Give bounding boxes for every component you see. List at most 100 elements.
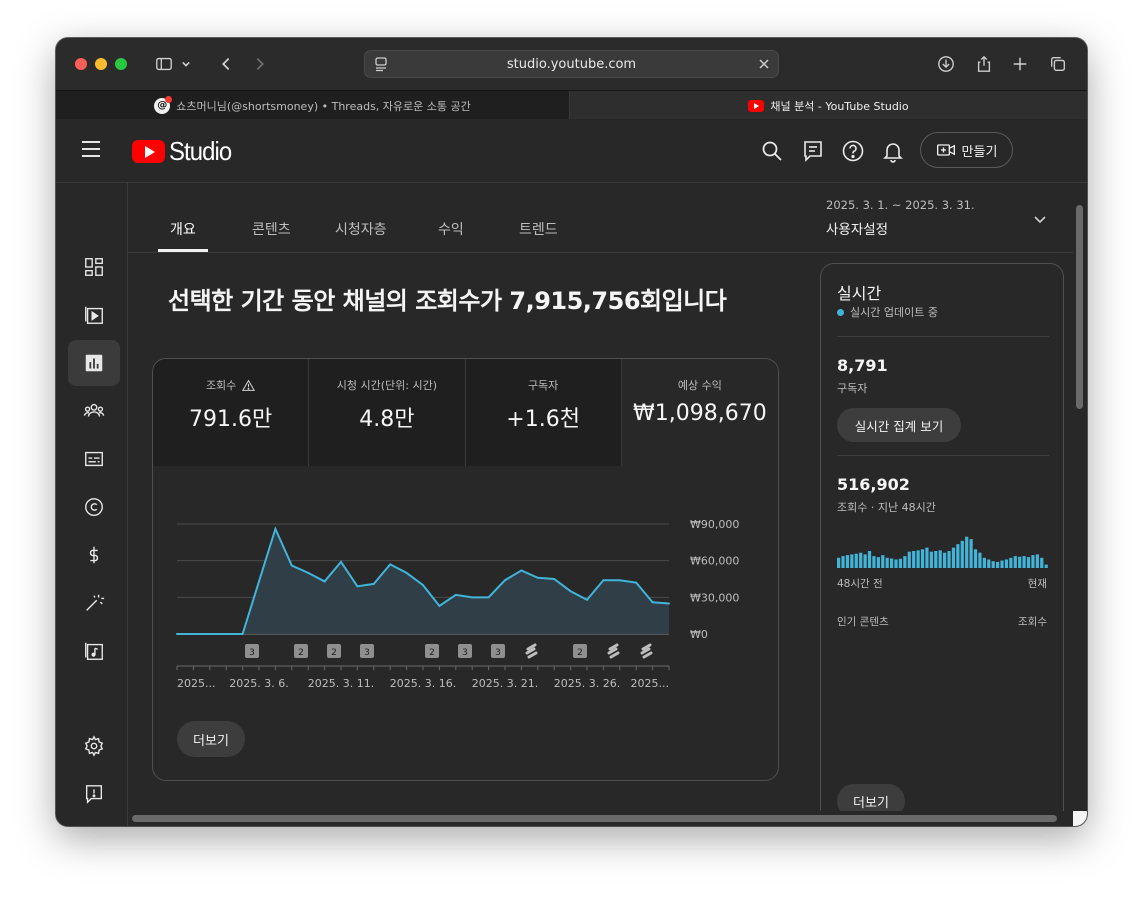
data-point[interactable] — [618, 579, 621, 582]
realtime-bar[interactable] — [1009, 557, 1013, 568]
help-icon[interactable] — [841, 139, 865, 163]
metric-subscribers[interactable]: 구독자 +1.6천 — [465, 359, 622, 466]
search-icon[interactable] — [760, 139, 784, 163]
realtime-bar[interactable] — [920, 549, 925, 568]
realtime-bar[interactable] — [885, 557, 889, 568]
realtime-bar[interactable] — [951, 547, 956, 568]
realtime-bar[interactable] — [841, 556, 845, 568]
shorts-upload-icon[interactable] — [640, 643, 653, 659]
realtime-bar[interactable] — [1022, 556, 1026, 568]
realtime-bar[interactable] — [912, 551, 916, 568]
nav-customization[interactable] — [68, 580, 120, 626]
create-button[interactable]: 만들기 — [920, 132, 1013, 168]
data-point[interactable] — [602, 579, 605, 582]
tab-audience[interactable]: 시청자층 — [335, 219, 387, 239]
realtime-bar[interactable] — [978, 552, 982, 568]
data-point[interactable] — [586, 598, 588, 601]
data-point[interactable] — [241, 633, 244, 635]
data-point[interactable] — [225, 633, 228, 635]
forward-icon[interactable] — [248, 52, 272, 76]
realtime-bar[interactable] — [1035, 554, 1039, 568]
data-point[interactable] — [454, 593, 457, 596]
realtime-bar[interactable] — [938, 550, 942, 568]
close-window-button[interactable] — [75, 58, 87, 70]
data-point[interactable] — [438, 604, 441, 607]
realtime-count-button[interactable]: 실시간 집계 보기 — [837, 408, 961, 442]
tab-youtube-studio[interactable]: 채널 분석 - YouTube Studio — [570, 91, 1087, 120]
realtime-views-chart[interactable] — [837, 534, 1049, 568]
tab-overview[interactable]: 개요 — [170, 219, 196, 239]
data-point[interactable] — [536, 576, 539, 579]
data-point[interactable] — [208, 633, 211, 635]
realtime-bar[interactable] — [925, 547, 929, 568]
realtime-bar[interactable] — [934, 551, 938, 568]
data-point[interactable] — [389, 563, 392, 566]
realtime-bar[interactable] — [1031, 555, 1035, 568]
realtime-bar[interactable] — [1013, 556, 1017, 568]
data-point[interactable] — [340, 560, 342, 563]
data-point[interactable] — [520, 569, 523, 572]
data-point[interactable] — [422, 584, 424, 587]
sidebar-toggle-icon[interactable] — [152, 52, 176, 76]
nav-analytics[interactable] — [68, 340, 120, 386]
realtime-bar[interactable] — [996, 561, 1000, 568]
share-icon[interactable] — [972, 52, 996, 76]
nav-settings[interactable] — [68, 723, 120, 769]
data-point[interactable] — [258, 580, 260, 583]
data-point[interactable] — [504, 579, 506, 582]
data-point[interactable] — [668, 602, 670, 605]
tab-overview-icon[interactable] — [1046, 52, 1070, 76]
chevron-down-icon[interactable] — [1032, 211, 1048, 227]
nav-earn[interactable] — [68, 532, 120, 578]
realtime-bar[interactable] — [903, 556, 907, 568]
data-point[interactable] — [192, 633, 195, 635]
data-point[interactable] — [290, 564, 293, 567]
metric-revenue[interactable]: 예상 수익 ₩1,098,670 — [621, 359, 778, 466]
nav-send-feedback[interactable] — [68, 771, 120, 817]
scrollbar-thumb[interactable] — [1076, 205, 1083, 409]
data-point[interactable] — [176, 633, 178, 635]
realtime-bar[interactable] — [837, 557, 841, 568]
vertical-scrollbar[interactable] — [1073, 183, 1087, 826]
date-range-picker[interactable]: 2025. 3. 1. ~ 2025. 3. 31. 사용자설정 — [826, 198, 975, 238]
realtime-bar[interactable] — [859, 552, 863, 568]
address-bar[interactable]: studio.youtube.com — [364, 50, 779, 78]
realtime-bar[interactable] — [1018, 556, 1022, 568]
realtime-bar[interactable] — [916, 550, 920, 568]
tab-content[interactable]: 콘텐츠 — [252, 219, 291, 239]
realtime-bar[interactable] — [960, 540, 964, 568]
realtime-bar[interactable] — [969, 539, 973, 568]
data-point[interactable] — [487, 596, 490, 599]
new-tab-icon[interactable] — [1008, 52, 1032, 76]
back-icon[interactable] — [214, 52, 238, 76]
metric-watch-time[interactable]: 시청 시간(단위: 시간) 4.8만 — [309, 359, 466, 466]
realtime-bar[interactable] — [1026, 557, 1031, 568]
chevron-down-icon[interactable] — [178, 52, 194, 76]
data-point[interactable] — [274, 527, 277, 530]
nav-dashboard[interactable] — [68, 244, 120, 290]
realtime-bar[interactable] — [1040, 557, 1044, 568]
nav-copyright[interactable] — [68, 484, 120, 530]
realtime-bar[interactable] — [956, 544, 960, 568]
realtime-bar[interactable] — [907, 551, 911, 568]
data-point[interactable] — [323, 580, 326, 583]
menu-icon[interactable] — [82, 141, 106, 161]
nav-community[interactable] — [68, 388, 120, 434]
realtime-bar[interactable] — [876, 557, 880, 568]
feedback-icon[interactable] — [801, 139, 825, 163]
shorts-upload-icon[interactable] — [525, 643, 538, 659]
data-point[interactable] — [471, 596, 474, 599]
realtime-bar[interactable] — [982, 557, 986, 568]
data-point[interactable] — [553, 578, 556, 580]
realtime-bar[interactable] — [898, 558, 903, 568]
nav-subtitles[interactable] — [68, 436, 120, 482]
tab-revenue[interactable]: 수익 — [438, 219, 464, 239]
revenue-chart[interactable]: ₩90,000 ₩60,000 ₩30,000 ₩0 3 2 2 3 2 3 3 2 2025... 20… — [153, 466, 779, 716]
data-point[interactable] — [569, 590, 572, 593]
realtime-bar[interactable] — [1000, 560, 1004, 568]
shorts-upload-icon[interactable] — [607, 643, 620, 659]
tab-threads[interactable]: @ 쇼츠머니님(@shortsmoney) • Threads, 자유로운 소통… — [56, 91, 570, 120]
minimize-window-button[interactable] — [95, 58, 107, 70]
realtime-bar[interactable] — [1004, 559, 1009, 569]
nav-audio-library[interactable] — [68, 628, 120, 674]
